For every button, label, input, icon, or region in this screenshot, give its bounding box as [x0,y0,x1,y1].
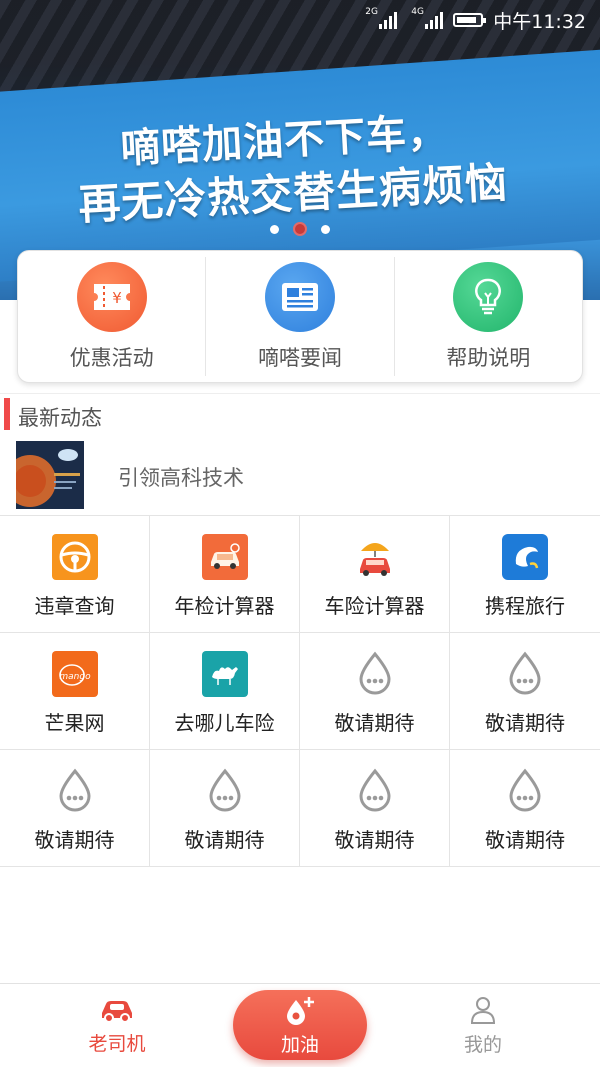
section-accent-bar [4,398,10,430]
pagination-dot-active[interactable] [293,222,307,236]
svg-text:mango: mango [59,672,91,682]
news-thumbnail [16,441,84,509]
service-mango[interactable]: mango 芒果网 [0,633,150,750]
droplet-placeholder-icon [52,768,98,814]
nav-label: 加油 [280,1033,319,1056]
service-label: 敬请期待 [485,828,565,852]
nav-tab-driver[interactable]: 老司机 [42,984,192,1067]
service-violation-query[interactable]: 违章查询 [0,516,150,633]
lightbulb-icon [453,261,524,332]
droplet-placeholder-icon [352,768,398,814]
refuel-button[interactable]: 加油 [233,990,367,1060]
droplet-placeholder-icon [352,651,398,697]
droplet-placeholder-icon [502,651,548,697]
nav-label: 老司机 [88,1032,146,1055]
section-header-latest: 最新动态 [0,393,600,433]
service-coming-soon[interactable]: 敬请期待 [300,633,450,750]
service-coming-soon[interactable]: 敬请期待 [300,750,450,867]
service-coming-soon[interactable]: 敬请期待 [0,750,150,867]
banner-pagination [0,222,600,236]
service-ctrip[interactable]: 携程旅行 [450,516,600,633]
network-type-label: 2G [365,7,378,17]
qunar-camel-icon [201,651,248,697]
status-bar: 2G 4G 中午11:32 [0,0,600,40]
droplet-placeholder-icon [502,768,548,814]
service-label: 敬请期待 [334,711,415,735]
steering-wheel-icon [51,534,98,580]
service-label: 敬请期待 [34,828,115,852]
quick-action-promotions[interactable]: ¥ 优惠活动 [18,257,207,376]
service-qunar-insurance[interactable]: 去哪儿车险 [150,633,300,750]
car-icon [102,1000,132,1023]
service-insurance-calculator[interactable]: 车险计算器 [300,516,450,633]
service-label: 芒果网 [44,711,105,735]
svg-text:¥: ¥ [112,289,122,307]
nav-label: 我的 [463,1033,502,1056]
service-label: 敬请期待 [184,828,265,852]
service-inspection-calculator[interactable]: 年检计算器 [150,516,300,633]
nav-tab-mine[interactable]: 我的 [408,984,558,1067]
quick-action-label: 帮助说明 [446,345,531,370]
quick-actions-card: ¥ 优惠活动 嘀嗒要闻 帮助说明 [17,250,583,383]
pagination-dot[interactable] [321,224,330,234]
quick-action-label: 优惠活动 [69,345,154,370]
person-icon [470,996,496,1024]
service-label: 年检计算器 [174,594,275,618]
service-label: 车险计算器 [324,594,425,618]
service-coming-soon[interactable]: 敬请期待 [450,633,600,750]
battery-fill [457,17,477,23]
signal-2g-icon: 2G [365,7,398,29]
service-label: 去哪儿车险 [174,711,275,735]
network-type-label: 4G [411,7,424,17]
quick-action-news[interactable]: 嘀嗒要闻 [206,257,395,376]
service-label: 敬请期待 [334,828,415,852]
service-coming-soon[interactable]: 敬请期待 [150,750,300,867]
droplet-plus-icon [287,996,314,1025]
quick-action-label: 嘀嗒要闻 [257,345,342,370]
news-list-item[interactable]: 引领高科技术 [0,437,600,515]
car-umbrella-icon [352,534,398,580]
ctrip-dolphin-icon [502,534,548,580]
service-label: 敬请期待 [485,711,565,735]
service-label: 违章查询 [34,594,115,618]
mango-logo-icon: mango [51,651,98,697]
pagination-dot[interactable] [270,224,279,234]
services-grid: 违章查询 年检计算器 车险计算器 携程旅行 mango 芒果网 去哪儿车险 敬请… [0,515,600,867]
news-icon [264,261,335,332]
droplet-placeholder-icon [202,768,248,814]
section-title: 最新动态 [18,406,102,430]
coupon-icon: ¥ [76,261,147,332]
car-inspection-icon [201,534,248,580]
news-title: 引领高科技术 [118,466,244,490]
quick-action-help[interactable]: 帮助说明 [395,257,582,376]
signal-4g-icon: 4G [411,7,444,29]
status-time: 中午11:32 [493,10,586,33]
service-coming-soon[interactable]: 敬请期待 [450,750,600,867]
service-label: 携程旅行 [485,594,565,618]
battery-icon [453,13,487,27]
